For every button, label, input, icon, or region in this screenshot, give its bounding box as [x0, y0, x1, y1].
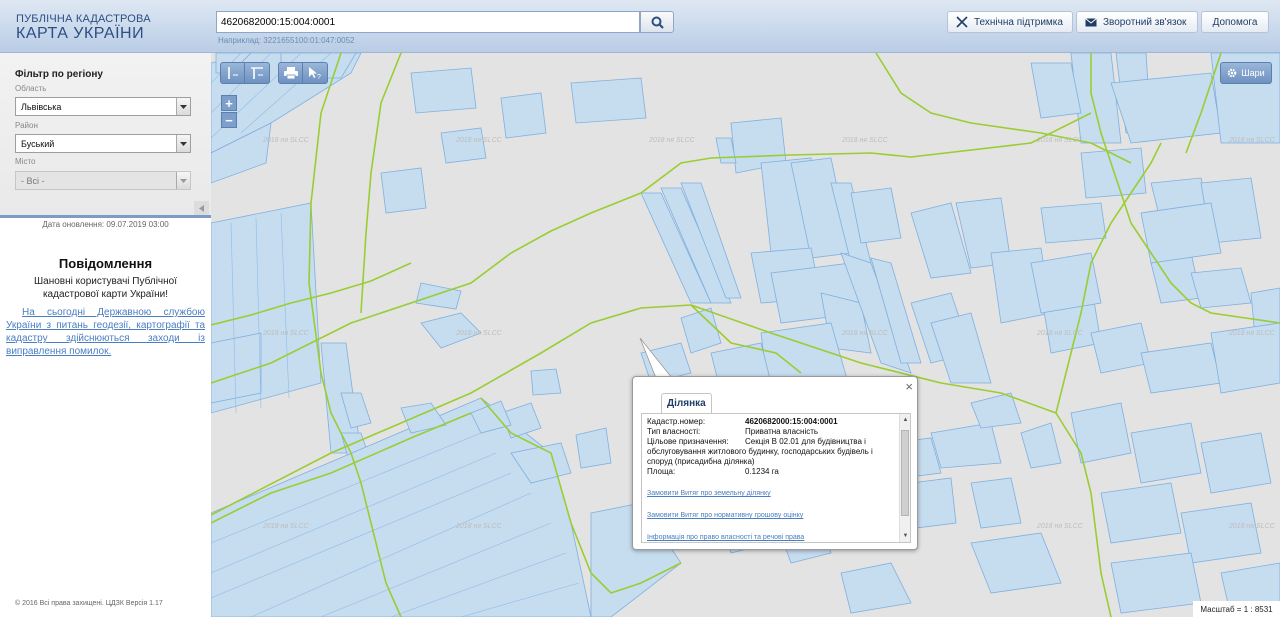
chevron-left-icon	[199, 204, 204, 212]
gear-icon	[1228, 68, 1237, 78]
scale-indicator: Масштаб = 1 : 8531	[1193, 601, 1280, 617]
scroll-up-icon[interactable]: ▲	[900, 415, 910, 425]
popup-pointer	[639, 338, 673, 378]
watermark: 2018 ня SLCC	[1229, 523, 1275, 530]
print-info-toolbar: ?	[278, 62, 328, 84]
logo-line-1: ПУБЛІЧНА КАДАСТРОВА	[16, 13, 151, 25]
envelope-icon	[1085, 17, 1097, 26]
update-date: Дата оновлення: 09.07.2019 03:00	[42, 220, 169, 229]
field-purpose: Цільове призначення: Секція В 02.01 для …	[647, 437, 895, 447]
sidebar: Фільтр по регіону Область Львівська Райо…	[0, 53, 211, 617]
search-button[interactable]	[640, 11, 674, 33]
support-label: Технічна підтримка	[974, 16, 1063, 28]
order-valuation-link[interactable]: Замовити Витяг про нормативну грошову оц…	[647, 511, 895, 521]
logo-line-2: КАРТА УКРАЇНИ	[16, 25, 145, 42]
collapse-sidebar-button[interactable]	[194, 201, 209, 215]
site-logo[interactable]: ПУБЛІЧНА КАДАСТРОВА КАРТА УКРАЇНИ	[16, 13, 151, 43]
district-value: Буський	[21, 139, 55, 149]
svg-text:?: ?	[317, 74, 321, 80]
field-cadastral-number: Кадастр.номер: 4620682000:15:004:0001	[647, 417, 895, 427]
watermark: 2018 ня SLCC	[1037, 137, 1083, 144]
region-filter-panel: Фільтр по регіону Область Львівська Райо…	[0, 53, 211, 218]
region-label: Область	[15, 84, 47, 93]
chevron-down-icon	[176, 172, 190, 189]
cursor-question-icon: ?	[309, 67, 321, 80]
help-button[interactable]: Допомога	[1201, 11, 1269, 33]
watermark: 2018 ня SLCC	[842, 137, 888, 144]
field-key: Кадастр.номер:	[647, 417, 706, 426]
watermark: 2018 ня SLCC	[456, 330, 502, 337]
scroll-thumb[interactable]	[901, 430, 909, 516]
watermark: 2018 ня SLCC	[842, 330, 888, 337]
watermark: 2018 ня SLCC	[456, 523, 502, 530]
watermark: 2018 ня SLCC	[263, 523, 309, 530]
popup-content-panel: Кадастр.номер: 4620682000:15:004:0001 Ти…	[641, 413, 911, 543]
chevron-down-icon	[176, 135, 190, 152]
watermark: 2018 ня SLCC	[1229, 137, 1275, 144]
field-key: Цільове призначення:	[647, 437, 729, 446]
district-label: Район	[15, 121, 38, 130]
ownership-info-link[interactable]: Інформація про право власності та речові…	[647, 533, 895, 542]
measure-distance-button[interactable]	[221, 63, 245, 83]
district-select[interactable]: Буський	[15, 134, 191, 153]
order-extract-link[interactable]: Замовити Витяг про земельну ділянку	[647, 489, 895, 499]
watermark: 2018 ня SLCC	[1229, 330, 1275, 337]
popup-scrollbar[interactable]: ▲ ▼	[899, 414, 910, 542]
measure-toolbar	[220, 62, 270, 84]
tools-icon	[956, 16, 968, 28]
purpose-continued: обслуговування житлового будинку, господ…	[647, 447, 873, 466]
watermark: 2018 ня SLCC	[263, 330, 309, 337]
parcel-info-popup: × Ділянка Кадастр.номер: 4620682000:15:0…	[632, 376, 918, 550]
cadastral-search-input[interactable]	[216, 11, 640, 33]
city-label: Місто	[15, 157, 36, 166]
field-value: Секція В 02.01 для будівництва і	[745, 437, 866, 446]
feedback-label: Зворотний зв'язок	[1103, 16, 1187, 28]
support-button[interactable]: Технічна підтримка	[947, 11, 1073, 33]
notice-title: Повідомлення	[58, 256, 153, 271]
chevron-down-icon	[176, 98, 190, 115]
watermark: 2018 ня SLCC	[263, 137, 309, 144]
printer-icon	[283, 67, 298, 79]
region-select[interactable]: Львівська	[15, 97, 191, 116]
close-icon[interactable]: ×	[905, 380, 913, 393]
city-value: - Всі -	[21, 176, 45, 186]
field-ownership-type: Тип власності: Приватна власність	[647, 427, 895, 437]
print-button[interactable]	[279, 63, 303, 83]
help-label: Допомога	[1212, 16, 1258, 28]
ruler-icon	[227, 67, 238, 79]
field-value: Приватна власність	[745, 427, 819, 436]
field-key: Площа:	[647, 467, 676, 476]
measure-area-button[interactable]	[245, 63, 269, 83]
search-icon	[651, 16, 664, 29]
zoom-in-button[interactable]: +	[221, 95, 237, 111]
field-value: 0.1234 га	[745, 467, 779, 476]
layers-button[interactable]: Шари	[1220, 62, 1272, 84]
watermark: 2018 ня SLCC	[1037, 523, 1083, 530]
watermark: 2018 ня SLCC	[1037, 330, 1083, 337]
copyright: © 2016 Всі права захищені. ЦДЗК Версія 1…	[15, 600, 163, 607]
feedback-button[interactable]: Зворотний зв'язок	[1076, 11, 1198, 33]
search-example: Наприклад: 3221655100:01:047:0052	[218, 36, 355, 45]
notice-link[interactable]: На сьогодні Державною службою України з …	[6, 306, 205, 358]
area-ruler-icon	[251, 67, 263, 79]
notice-text: Шановні користувачі Публічної кадастрово…	[34, 276, 177, 300]
filter-title: Фільтр по регіону	[15, 69, 103, 80]
layers-label: Шари	[1241, 68, 1265, 78]
region-value: Львівська	[21, 102, 62, 112]
header: ПУБЛІЧНА КАДАСТРОВА КАРТА УКРАЇНИ Наприк…	[0, 0, 1280, 53]
field-value: 4620682000:15:004:0001	[745, 417, 838, 426]
zoom-out-button[interactable]: −	[221, 112, 237, 128]
identify-button[interactable]: ?	[303, 63, 327, 83]
parcel-details: Кадастр.номер: 4620682000:15:004:0001 Ти…	[647, 417, 895, 542]
city-select[interactable]: - Всі -	[15, 171, 191, 190]
field-area: Площа: 0.1234 га	[647, 467, 895, 477]
scroll-down-icon[interactable]: ▼	[900, 531, 910, 541]
watermark: 2018 ня SLCC	[456, 137, 502, 144]
tab-parcel[interactable]: Ділянка	[661, 393, 712, 414]
field-key: Тип власності:	[647, 427, 701, 436]
watermark: 2018 ня SLCC	[649, 137, 695, 144]
